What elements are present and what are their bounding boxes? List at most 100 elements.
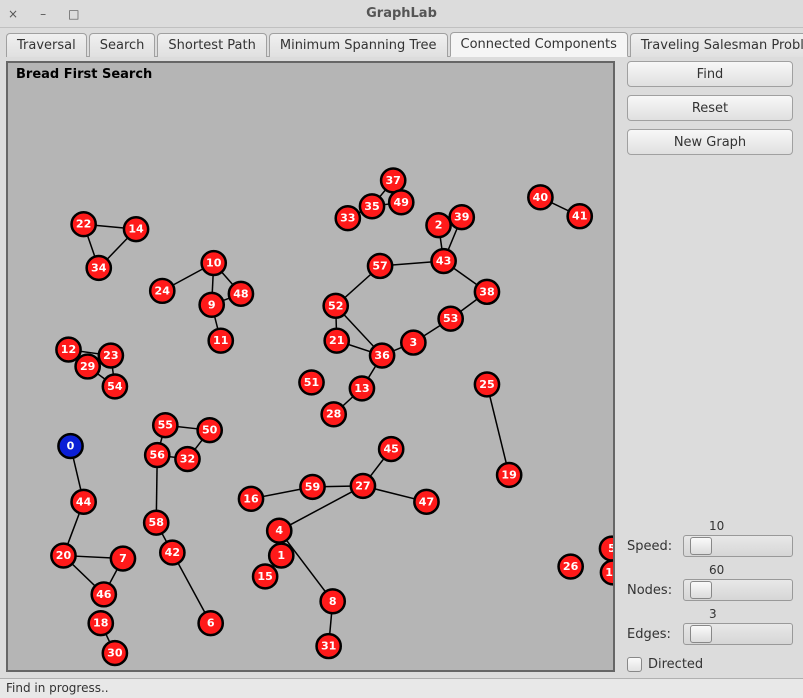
graph-node-22[interactable]: 22 <box>72 212 96 236</box>
svg-text:3: 3 <box>409 336 417 349</box>
tab-connected-components[interactable]: Connected Components <box>450 32 628 57</box>
graph-node-29[interactable]: 29 <box>76 355 100 379</box>
graph-node-40[interactable]: 40 <box>528 185 552 209</box>
graph-node-32[interactable]: 32 <box>175 447 199 471</box>
graph-node-18[interactable]: 18 <box>89 611 113 635</box>
graph-node-44[interactable]: 44 <box>72 490 96 514</box>
graph-node-55[interactable]: 55 <box>153 413 177 437</box>
graph-node-53[interactable]: 53 <box>439 307 463 331</box>
speed-slider-thumb[interactable] <box>690 537 712 555</box>
graph-node-30[interactable]: 30 <box>103 641 127 665</box>
graph-node-23[interactable]: 23 <box>99 344 123 368</box>
graph-node-26[interactable]: 26 <box>559 555 583 579</box>
graph-node-10[interactable]: 10 <box>202 251 226 275</box>
graph-node-28[interactable]: 28 <box>322 402 346 426</box>
graph-node-1[interactable]: 1 <box>269 544 293 568</box>
tab-traversal[interactable]: Traversal <box>6 33 87 57</box>
graph-node-11[interactable]: 11 <box>209 329 233 353</box>
window-maximize-icon[interactable]: □ <box>68 7 79 21</box>
graph-node-38[interactable]: 38 <box>475 280 499 304</box>
svg-text:43: 43 <box>436 255 451 268</box>
graph-node-47[interactable]: 47 <box>414 490 438 514</box>
graph-node-39[interactable]: 39 <box>450 205 474 229</box>
graph-node-33[interactable]: 33 <box>336 206 360 230</box>
graph-node-17[interactable]: 17 <box>601 561 613 585</box>
graph-node-36[interactable]: 36 <box>370 344 394 368</box>
graph-node-49[interactable]: 49 <box>389 190 413 214</box>
graph-node-24[interactable]: 24 <box>150 279 174 303</box>
graph-node-57[interactable]: 57 <box>368 254 392 278</box>
svg-text:45: 45 <box>383 443 398 456</box>
edges-label: Edges: <box>627 627 677 642</box>
svg-text:48: 48 <box>233 287 248 300</box>
graph-node-15[interactable]: 15 <box>253 565 277 589</box>
svg-text:50: 50 <box>202 424 218 437</box>
svg-text:9: 9 <box>208 298 216 311</box>
graph-node-50[interactable]: 50 <box>198 418 222 442</box>
graph-node-52[interactable]: 52 <box>324 294 348 318</box>
find-button[interactable]: Find <box>627 61 793 87</box>
graph-node-58[interactable]: 58 <box>144 511 168 535</box>
speed-label: Speed: <box>627 539 677 554</box>
graph-node-6[interactable]: 6 <box>199 611 223 635</box>
window-close-icon[interactable]: × <box>8 7 18 21</box>
titlebar: × – □ GraphLab <box>0 0 803 28</box>
graph-node-21[interactable]: 21 <box>325 329 349 353</box>
edges-slider[interactable] <box>683 623 793 645</box>
graph-node-20[interactable]: 20 <box>51 544 75 568</box>
graph-node-7[interactable]: 7 <box>111 547 135 571</box>
tab-shortest-path[interactable]: Shortest Path <box>157 33 266 57</box>
svg-text:46: 46 <box>96 588 112 601</box>
graph-node-41[interactable]: 41 <box>568 204 592 228</box>
tab-minimum-spanning-tree[interactable]: Minimum Spanning Tree <box>269 33 448 57</box>
graph-node-43[interactable]: 43 <box>432 249 456 273</box>
svg-text:35: 35 <box>364 200 379 213</box>
graph-node-46[interactable]: 46 <box>92 582 116 606</box>
graph-node-2[interactable]: 2 <box>426 213 450 237</box>
new-graph-button[interactable]: New Graph <box>627 129 793 155</box>
nodes-slider[interactable] <box>683 579 793 601</box>
directed-checkbox[interactable] <box>627 657 642 672</box>
graph-node-37[interactable]: 37 <box>381 168 405 192</box>
directed-label: Directed <box>648 657 703 672</box>
graph-node-34[interactable]: 34 <box>87 256 111 280</box>
graph-node-3[interactable]: 3 <box>401 331 425 355</box>
graph-node-48[interactable]: 48 <box>229 282 253 306</box>
reset-button[interactable]: Reset <box>627 95 793 121</box>
graph-node-0[interactable]: 0 <box>58 434 82 458</box>
graph-node-12[interactable]: 12 <box>56 338 80 362</box>
graph-node-13[interactable]: 13 <box>350 376 374 400</box>
graph-node-9[interactable]: 9 <box>200 293 224 317</box>
graph-node-51[interactable]: 51 <box>299 370 323 394</box>
graph-node-27[interactable]: 27 <box>351 474 375 498</box>
graph-node-35[interactable]: 35 <box>360 194 384 218</box>
svg-text:47: 47 <box>419 495 434 508</box>
graph-node-14[interactable]: 14 <box>124 217 148 241</box>
tab-search[interactable]: Search <box>89 33 156 57</box>
graph-node-4[interactable]: 4 <box>267 519 291 543</box>
window-minimize-icon[interactable]: – <box>40 7 46 21</box>
graph-node-42[interactable]: 42 <box>160 541 184 565</box>
graph-node-56[interactable]: 56 <box>145 443 169 467</box>
graph-node-45[interactable]: 45 <box>379 437 403 461</box>
nodes-label: Nodes: <box>627 583 677 598</box>
graph-node-19[interactable]: 19 <box>497 463 521 487</box>
svg-text:6: 6 <box>207 617 215 630</box>
graph-node-31[interactable]: 31 <box>317 634 341 658</box>
graph-node-16[interactable]: 16 <box>239 487 263 511</box>
svg-text:56: 56 <box>150 449 166 462</box>
graph-canvas[interactable]: Bread First Search 012345678910111213141… <box>6 61 615 672</box>
graph-node-25[interactable]: 25 <box>475 372 499 396</box>
nodes-slider-thumb[interactable] <box>690 581 712 599</box>
graph-node-54[interactable]: 54 <box>103 374 127 398</box>
svg-text:0: 0 <box>67 440 75 453</box>
edges-slider-thumb[interactable] <box>690 625 712 643</box>
tab-traveling-salesman-problem[interactable]: Traveling Salesman Problem <box>630 33 803 57</box>
svg-text:32: 32 <box>180 453 195 466</box>
graph-node-5[interactable]: 5 <box>600 537 613 561</box>
graph-node-8[interactable]: 8 <box>321 589 345 613</box>
speed-slider[interactable] <box>683 535 793 557</box>
svg-text:15: 15 <box>257 570 272 583</box>
graph-node-59[interactable]: 59 <box>300 475 324 499</box>
svg-text:20: 20 <box>56 549 72 562</box>
